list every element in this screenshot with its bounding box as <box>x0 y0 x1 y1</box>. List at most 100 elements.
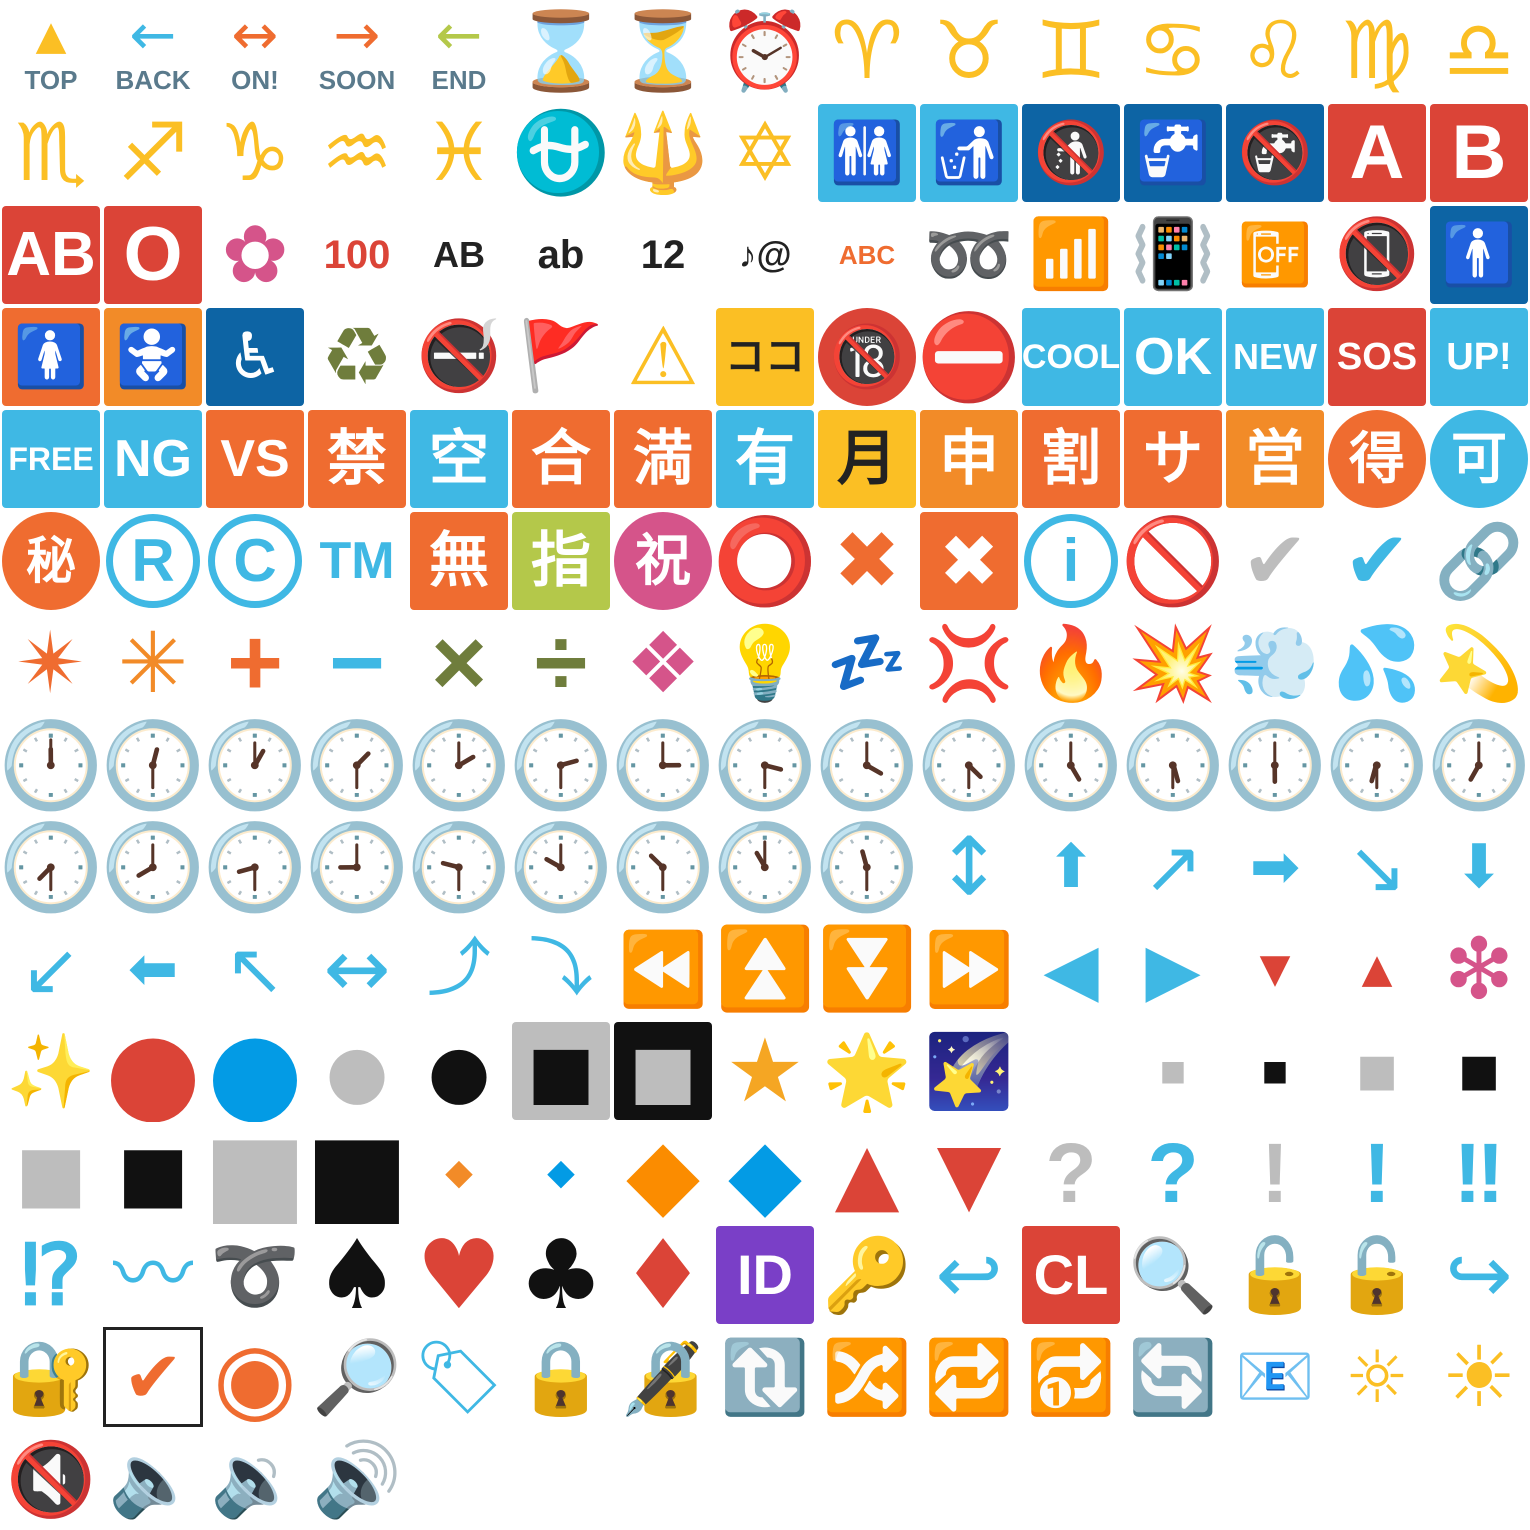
input-latin-letters-icon: ABC <box>816 204 918 306</box>
shuffle-tracks-glyph: 🔀 <box>822 1335 912 1419</box>
check-mark-gray-glyph: ✔ <box>1241 514 1309 607</box>
five-oclock-glyph: 🕔 <box>1020 716 1122 814</box>
recycling-symbol-glyph: ♻ <box>321 310 393 403</box>
ballot-box-with-check-icon: ✔ <box>102 1326 204 1428</box>
right-arrow-curving-down-icon: ⤵ <box>510 918 612 1020</box>
congratulations-button-glyph: 祝 <box>635 529 691 592</box>
warning-icon: ⚠ <box>612 306 714 408</box>
two-oclock-glyph: 🕑 <box>408 716 510 814</box>
reserved-button-glyph: 指 <box>531 527 591 594</box>
prohibited-button-glyph: 禁 <box>327 425 387 492</box>
black-square-button-icon: ■ <box>512 1022 610 1120</box>
capricorn-glyph: ♑ <box>219 106 291 199</box>
ten-thirty-icon: 🕥 <box>612 816 714 918</box>
white-square-button-glyph: ■ <box>628 1029 698 1113</box>
on-arrow-label: ON! <box>231 65 279 95</box>
large-orange-diamond-glyph: ◆ <box>626 1122 700 1224</box>
eleven-oclock-glyph: 🕚 <box>714 818 816 916</box>
collision-icon: 💥 <box>1122 612 1224 714</box>
divide-icon: ÷ <box>510 612 612 714</box>
red-triangle-up-glyph: ▲ <box>834 1124 900 1222</box>
taurus-icon: ♉ <box>918 0 1020 102</box>
speaker-high-volume-icon: 🔊 <box>306 1428 408 1530</box>
twelve-oclock-icon: 🕛 <box>0 714 102 816</box>
cancer-icon: ♋ <box>1122 0 1224 102</box>
down-left-arrow-icon: ↙ <box>0 918 102 1020</box>
dashing-away-icon: 💨 <box>1224 612 1326 714</box>
on-arrow-glyph: ↔ <box>231 3 279 68</box>
speaker-medium-volume-glyph: 🔉 <box>210 1437 300 1521</box>
discount-button-icon: 割 <box>1022 410 1120 508</box>
link-icon: 🔗 <box>1428 510 1530 612</box>
small-white-square-icon: ■ <box>1122 1020 1224 1122</box>
five-oclock-icon: 🕔 <box>1020 714 1122 816</box>
up-right-arrow-glyph: ↗ <box>1142 825 1204 909</box>
fast-up-icon: ⏫ <box>714 918 816 1020</box>
eight-pointed-star-icon: ✴ <box>0 612 102 714</box>
registered-icon: R <box>106 514 200 608</box>
secret-button-icon: 秘 <box>2 512 100 610</box>
hollow-red-circle-glyph: ⭕ <box>714 512 816 610</box>
anger-symbol-glyph: 💢 <box>924 621 1014 705</box>
minus-glyph: − <box>328 612 386 714</box>
no-vacancy-button-icon: 満 <box>614 410 712 508</box>
information-icon: i <box>1024 514 1118 608</box>
sparkle-icon: ❇ <box>1428 918 1530 1020</box>
blood-type-a-icon: A <box>1328 104 1426 202</box>
copyright-glyph: C <box>233 527 277 594</box>
cl-button-icon: CL <box>1022 1226 1120 1324</box>
aquarius-icon: ♒ <box>306 102 408 204</box>
up-right-arrow-icon: ↗ <box>1122 816 1224 918</box>
dashing-away-glyph: 💨 <box>1230 621 1320 705</box>
end-arrow-icon: ← END <box>408 0 510 102</box>
leo-icon: ♌ <box>1224 0 1326 102</box>
check-mark-blue-glyph: ✔ <box>1343 514 1411 607</box>
potable-water-glyph: 🚰 <box>1135 118 1211 188</box>
virgo-glyph: ♍ <box>1341 4 1413 97</box>
white-exclamation-mark-glyph: ! <box>1261 1126 1289 1220</box>
three-oclock-glyph: 🕒 <box>612 716 714 814</box>
restroom-icon: 🚻 <box>818 104 916 202</box>
sparkles-icon: ✨ <box>0 1020 102 1122</box>
glowing-star-glyph: 🌟 <box>822 1029 912 1113</box>
no-smoking-glyph: 🚭 <box>416 317 502 396</box>
small-black-square-glyph: ■ <box>1261 1054 1289 1087</box>
right-arrow-glyph: ➡ <box>1249 832 1301 902</box>
small-blue-diamond-glyph: ◆ <box>547 1152 575 1193</box>
registered-glyph: R <box>131 527 175 594</box>
muted-speaker-glyph: 🔇 <box>6 1437 96 1521</box>
up-left-arrow-glyph: ↖ <box>224 927 286 1011</box>
hollow-red-circle-icon: ⭕ <box>714 510 816 612</box>
repeat-single-button-glyph: 🔂 <box>1026 1335 1116 1419</box>
small-orange-diamond-icon: ◆ <box>408 1122 510 1224</box>
no-mobile-phones-icon: 📵 <box>1326 204 1428 306</box>
eight-spoked-asterisk-icon: ✳ <box>102 612 204 714</box>
aries-glyph: ♈ <box>831 4 903 97</box>
up-arrow-glyph: ⬆ <box>1045 832 1097 902</box>
two-thirty-icon: 🕝 <box>510 714 612 816</box>
radio-button-icon: ◉ <box>204 1326 306 1428</box>
magnifying-glass-right-icon: 🔎 <box>306 1326 408 1428</box>
tag-glyph: 🏷 <box>413 1335 505 1419</box>
diamond-suit-icon: ♦ <box>612 1224 714 1326</box>
up-arrow-icon: ⬆ <box>1020 816 1122 918</box>
vacancy-button-icon: 空 <box>410 410 508 508</box>
alarm-clock-glyph: ⏰ <box>717 6 813 95</box>
repeat-button-icon: 🔁 <box>918 1326 1020 1428</box>
free-button-glyph: FREE <box>8 441 94 477</box>
e-mail-icon: 📧 <box>1224 1326 1326 1428</box>
open-for-business-button-glyph: 営 <box>1245 425 1305 492</box>
red-triangle-up-icon: ▲ <box>816 1122 918 1224</box>
large-white-square-glyph: ■ <box>204 1122 306 1224</box>
twelve-oclock-glyph: 🕛 <box>0 716 102 814</box>
red-triangle-down-glyph: ▼ <box>936 1124 1002 1222</box>
left-arrow-glyph: ⬅ <box>127 934 179 1004</box>
open-padlock-glyph: 🔓 <box>1332 1233 1422 1317</box>
exclamation-question-mark-icon: ⁉ <box>0 1224 102 1326</box>
triangular-flag-icon: 🚩 <box>510 306 612 408</box>
fire-glyph: 🔥 <box>1026 621 1116 705</box>
aries-icon: ♈ <box>816 0 918 102</box>
down-arrow-icon: ⬇ <box>1428 816 1530 918</box>
right-arrow-curving-down-glyph: ⤵ <box>529 932 593 1006</box>
medium-small-black-square-icon: ■ <box>1428 1020 1530 1122</box>
